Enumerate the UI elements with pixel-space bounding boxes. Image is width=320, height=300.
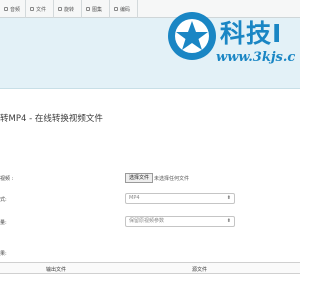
tab-file[interactable]: 文件 <box>26 0 54 18</box>
tab-label: 旋转 <box>64 6 75 13</box>
format-select[interactable]: MP4 ⬍ <box>125 193 235 204</box>
tab-audio[interactable]: 音频 <box>0 0 26 18</box>
tab-label: 图集 <box>92 6 103 13</box>
watermark-url: www.3kjs.c <box>216 50 296 65</box>
tab-label: 文件 <box>36 6 47 13</box>
tab-gallery[interactable]: 图集 <box>82 0 110 18</box>
choose-file-button[interactable]: 选择文件 <box>125 173 154 183</box>
col-output-file: 输出文件 <box>46 267 67 273</box>
watermark-text: 科技I <box>220 19 283 48</box>
file-icon <box>30 7 34 11</box>
page-title: 转MP4 - 在线转换视频文件 <box>0 114 103 124</box>
tab-encode[interactable]: 编码 <box>110 0 138 18</box>
quality-value: 保留原视频参数 <box>129 218 165 224</box>
select-arrow-icon: ⬍ <box>226 218 231 224</box>
format-label: 式: <box>0 197 7 203</box>
tab-label: 编码 <box>120 6 131 13</box>
results-label: 果: <box>0 251 7 257</box>
select-arrow-icon: ⬍ <box>226 195 231 201</box>
file-status: 未选择任何文件 <box>154 176 190 182</box>
results-table-body <box>0 274 300 300</box>
audio-icon <box>4 7 8 11</box>
site-watermark: 科技I www.3kjs.c <box>166 6 300 76</box>
tab-label: 音频 <box>10 6 21 13</box>
format-value: MP4 <box>129 195 140 201</box>
col-source-file: 源文件 <box>192 267 208 273</box>
gallery-icon <box>86 7 90 11</box>
quality-label: 量: <box>0 220 7 226</box>
rotate-icon <box>58 7 62 11</box>
results-table-header: 输出文件 源文件 <box>0 262 300 274</box>
file-label: 视频 : <box>0 176 14 182</box>
encode-icon <box>114 7 118 11</box>
quality-select[interactable]: 保留原视频参数 ⬍ <box>125 216 235 227</box>
tab-rotate[interactable]: 旋转 <box>54 0 82 18</box>
star-logo-icon <box>168 12 216 60</box>
